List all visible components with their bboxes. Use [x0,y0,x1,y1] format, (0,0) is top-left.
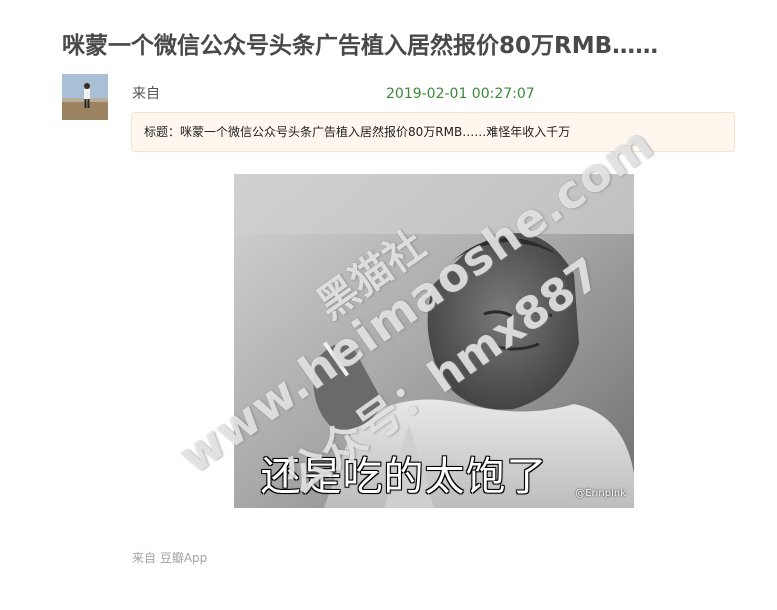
avatar-photo [62,74,108,120]
post-title: 咪蒙一个微信公众号头条广告植入居然报价80万RMB…… [62,33,659,59]
author-from: 来自 [132,86,160,102]
avatar[interactable] [62,74,108,120]
post-source: 来自 豆瓣App [132,551,208,565]
post-meta: 来自 2019-02-01 00:27:07 [132,84,736,104]
meme-caption: 还是吃的太饱了 [260,454,548,500]
quoted-title-box: 标题：咪蒙一个微信公众号头条广告植入居然报价80万RMB……难怪年收入千万 [131,112,735,152]
meme-credit: @Erinpink [575,488,626,499]
post-timestamp: 2019-02-01 00:27:07 [386,86,535,102]
quoted-title-text: 标题：咪蒙一个微信公众号头条广告植入居然报价80万RMB……难怪年收入千万 [144,125,571,139]
meme-image[interactable]: 还是吃的太饱了 @Erinpink [234,174,634,508]
